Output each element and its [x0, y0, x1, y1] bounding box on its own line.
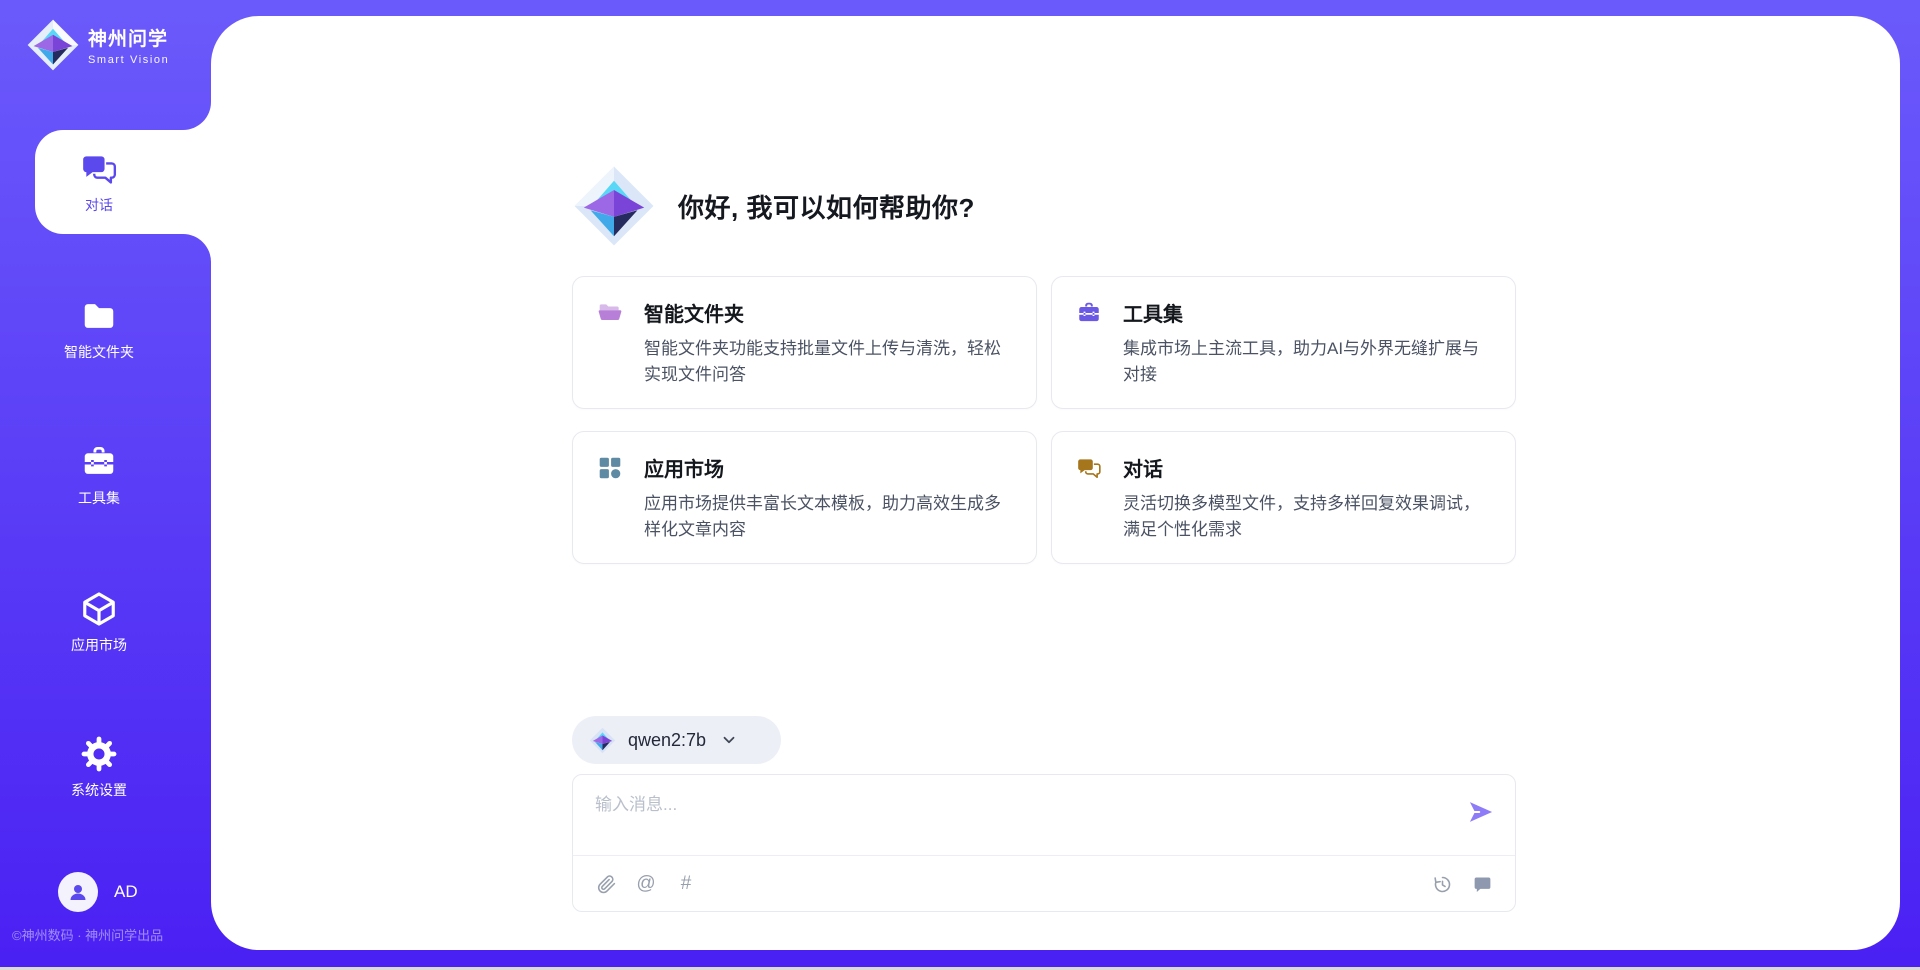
send-icon[interactable] [1467, 798, 1495, 826]
gear-icon [80, 735, 118, 773]
composer-toolbar: @ # [573, 856, 1515, 912]
main-panel: 你好, 我可以如何帮助你? 智能文件夹 智能文件夹功能支持批量文件上传与清洗，轻… [211, 16, 1900, 950]
chat-bubbles-icon [80, 150, 118, 188]
folder-open-icon [597, 300, 623, 326]
app-title: 神州问学 [88, 24, 169, 51]
message-icon[interactable] [1471, 872, 1493, 896]
hash-icon[interactable]: # [675, 872, 697, 896]
user-initials: AD [114, 882, 138, 902]
app-grid-icon [597, 455, 623, 481]
sidebar-item-chat[interactable]: 对话 [35, 130, 215, 234]
card-title: 工具集 [1123, 298, 1183, 327]
toolbox-icon [1076, 300, 1102, 326]
sidebar: 神州问学 Smart Vision 对话 智能文件夹 [0, 0, 211, 970]
tab-fillet-top [183, 102, 211, 130]
card-title: 对话 [1123, 453, 1163, 482]
history-icon[interactable] [1431, 872, 1453, 896]
avatar [58, 872, 98, 912]
sidebar-item-toolset[interactable]: 工具集 [0, 423, 198, 527]
card-app-market[interactable]: 应用市场 应用市场提供丰富长文本模板，助力高效生成多样化文章内容 [572, 431, 1037, 564]
sidebar-item-settings[interactable]: 系统设置 [0, 715, 198, 819]
card-title: 应用市场 [644, 453, 724, 482]
user-chip[interactable]: AD [58, 872, 138, 912]
copyright-text: ©神州数码 · 神州问学出品 [12, 925, 163, 944]
brand-diamond-icon [26, 16, 80, 74]
card-chat[interactable]: 对话 灵活切换多模型文件，支持多样回复效果调试，满足个性化需求 [1051, 431, 1516, 564]
folder-icon [80, 297, 118, 335]
person-icon [66, 880, 90, 904]
app-window: 神州问学 Smart Vision 对话 智能文件夹 [0, 0, 1920, 970]
card-description: 集成市场上主流工具，助力AI与外界无缝扩展与对接 [1123, 336, 1491, 387]
card-description: 智能文件夹功能支持批量文件上传与清洗，轻松实现文件问答 [644, 336, 1012, 387]
chat-bubbles-icon [1076, 455, 1102, 481]
paperclip-icon[interactable] [595, 872, 617, 896]
sidebar-item-label: 系统设置 [71, 780, 127, 800]
card-description: 应用市场提供丰富长文本模板，助力高效生成多样化文章内容 [644, 491, 1012, 542]
main-content: 你好, 我可以如何帮助你? 智能文件夹 智能文件夹功能支持批量文件上传与清洗，轻… [572, 16, 1516, 912]
sidebar-item-label: 对话 [85, 195, 113, 215]
app-logo: 神州问学 Smart Vision [26, 16, 169, 74]
at-icon[interactable]: @ [635, 872, 657, 896]
sidebar-item-label: 智能文件夹 [64, 342, 134, 362]
tab-fillet-bottom [183, 234, 211, 262]
message-composer: @ # [572, 774, 1516, 912]
toolbar-left: @ # [595, 872, 697, 896]
brand-diamond-icon [572, 164, 656, 248]
sidebar-item-label: 工具集 [78, 488, 120, 508]
toolbox-icon [80, 443, 118, 481]
model-selector[interactable]: qwen2:7b [572, 716, 781, 764]
card-description: 灵活切换多模型文件，支持多样回复效果调试，满足个性化需求 [1123, 491, 1491, 542]
sidebar-item-smart-folder[interactable]: 智能文件夹 [0, 277, 198, 381]
card-title: 智能文件夹 [644, 298, 744, 327]
greeting-title: 你好, 我可以如何帮助你? [678, 188, 975, 225]
sidebar-item-label: 应用市场 [71, 635, 127, 655]
greeting-row: 你好, 我可以如何帮助你? [572, 164, 1516, 248]
brand-diamond-icon [589, 727, 616, 754]
card-toolset[interactable]: 工具集 集成市场上主流工具，助力AI与外界无缝扩展与对接 [1051, 276, 1516, 409]
feature-cards: 智能文件夹 智能文件夹功能支持批量文件上传与清洗，轻松实现文件问答 工具集 集成… [572, 276, 1516, 564]
toolbar-right [1431, 872, 1493, 896]
model-name: qwen2:7b [628, 730, 706, 751]
chevron-down-icon [720, 731, 738, 749]
message-input[interactable] [595, 790, 1445, 848]
sidebar-item-app-market[interactable]: 应用市场 [0, 570, 198, 674]
cube-icon [80, 590, 118, 628]
card-smart-folder[interactable]: 智能文件夹 智能文件夹功能支持批量文件上传与清洗，轻松实现文件问答 [572, 276, 1037, 409]
app-subtitle: Smart Vision [88, 54, 169, 66]
